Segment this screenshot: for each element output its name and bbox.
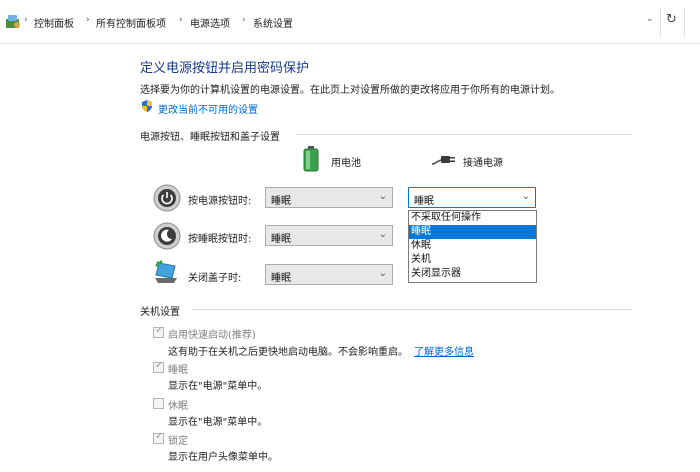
chevron-right-icon: › [179,15,183,25]
chevron-down-icon[interactable]: ⌄ [646,14,654,24]
section-heading-buttons: 电源按钮、睡眠按钮和盖子设置 [140,132,280,143]
sleep-button-battery-select[interactable]: 睡眠 ⌄ [265,225,393,246]
lock-label: 锁定 [168,436,188,447]
breadcrumb-all-items[interactable]: 所有控制面板项 [96,15,166,30]
fast-startup-label: 启用快速启动(推荐) [168,330,256,341]
lock-checkbox[interactable]: ✓ [153,431,164,444]
power-action-dropdown-list: 不采取任何操作 睡眠 休眠 关机 关闭显示器 [408,210,537,283]
chevron-right-icon: › [242,15,246,25]
chevron-down-icon: ⌄ [378,229,387,240]
dropdown-option-hibernate[interactable]: 休眠 [409,239,536,253]
fast-startup-description: 这有助于在关机之后更快地启动电脑。不会影响重启。 [168,347,408,358]
select-value: 睡眠 [271,273,291,284]
dropdown-option-turn-off-display[interactable]: 关闭显示器 [409,267,536,281]
chevron-right-icon: › [24,15,28,25]
dropdown-option-shut-down[interactable]: 关机 [409,253,536,267]
select-value: 睡眠 [414,196,434,207]
page-description: 选择要为你的计算机设置的电源设置。在此页上对设置所做的更改将应用于你所有的电源计… [140,85,560,96]
chevron-down-icon: ⌄ [378,191,387,202]
sleep-description: 显示在"电源"菜单中。 [168,381,268,392]
sleep-checkbox[interactable]: ✓ [153,360,164,373]
chevron-right-icon: › [86,15,90,25]
section-divider [192,309,632,310]
divider [684,8,685,36]
plug-icon [431,156,455,165]
breadcrumb-control-panel[interactable]: 控制面板 [34,15,74,30]
chevron-down-icon: ⌄ [521,191,530,202]
row-label-sleep-button: 按睡眠按钮时: [188,234,252,245]
learn-more-link[interactable]: 了解更多信息 [414,343,474,358]
row-label-close-lid: 关闭盖子时: [188,273,242,284]
change-unavailable-settings-link[interactable]: 更改当前不可用的设置 [158,101,258,116]
fast-startup-checkbox[interactable]: ✓ [153,325,164,338]
breadcrumb-system-settings[interactable]: 系统设置 [253,15,293,30]
refresh-icon[interactable]: ↻ [666,12,677,27]
checkmark-icon: ✓ [155,360,164,371]
hibernate-description: 显示在"电源"菜单中。 [168,417,268,428]
power-button-icon [153,184,181,212]
checkmark-icon: ✓ [155,325,164,336]
power-button-plugged-select[interactable]: 睡眠 ⌄ [408,187,536,208]
chevron-down-icon: ⌄ [378,268,387,279]
column-battery-label: 用电池 [331,158,361,169]
divider [660,8,661,36]
battery-icon [303,146,319,172]
address-bar: › 控制面板 › 所有控制面板项 › 电源选项 › 系统设置 ⌄ ↻ [0,0,700,44]
hibernate-label: 休眠 [168,401,188,412]
hibernate-checkbox[interactable] [153,398,164,409]
dropdown-option-sleep[interactable]: 睡眠 [409,225,536,239]
lock-description: 显示在用户头像菜单中。 [168,452,278,463]
sleep-button-icon [153,222,181,250]
control-panel-icon [6,15,20,28]
section-divider [296,134,632,135]
select-value: 睡眠 [271,234,291,245]
breadcrumb-power-options[interactable]: 电源选项 [190,15,230,30]
section-heading-shutdown: 关机设置 [140,307,180,318]
column-plugged-label: 接通电源 [463,158,503,169]
checkmark-icon: ✓ [155,431,164,442]
dropdown-option-do-nothing[interactable]: 不采取任何操作 [409,211,536,225]
select-value: 睡眠 [271,196,291,207]
close-lid-battery-select[interactable]: 睡眠 ⌄ [265,264,393,285]
power-button-battery-select[interactable]: 睡眠 ⌄ [265,187,393,208]
sleep-label: 睡眠 [168,365,188,376]
laptop-lid-icon [155,260,177,283]
page-title: 定义电源按钮并启用密码保护 [140,61,310,76]
row-label-power-button: 按电源按钮时: [188,196,252,207]
shield-icon [142,100,152,112]
